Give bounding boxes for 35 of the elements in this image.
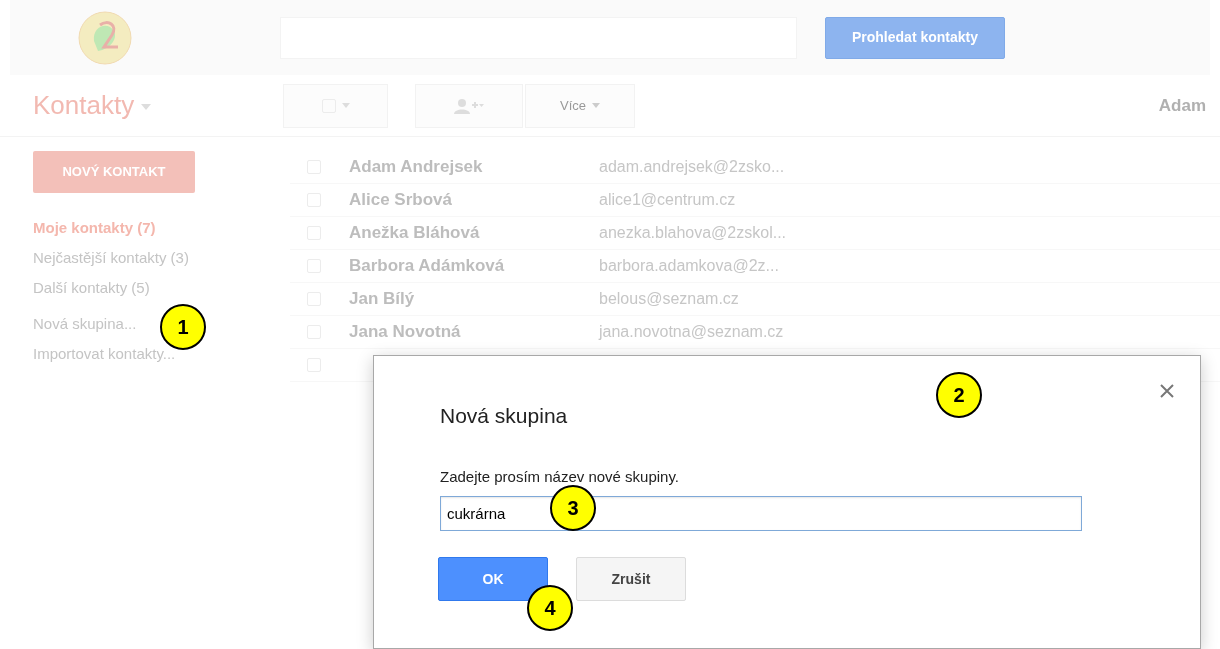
contact-email: belous@seznam.cz bbox=[599, 289, 739, 309]
contact-group-link[interactable]: Další kontakty (5) bbox=[33, 279, 150, 296]
contact-name[interactable]: Jan Bílý bbox=[349, 289, 415, 309]
more-label: Více bbox=[560, 96, 586, 115]
add-person-icon bbox=[454, 97, 484, 114]
contact-email: anezka.blahova@2zskol... bbox=[599, 223, 786, 243]
new-contact-button[interactable]: NOVÝ KONTAKT bbox=[33, 151, 195, 193]
contact-email: barbora.adamkova@2z... bbox=[599, 256, 779, 276]
dialog-title: Nová skupina bbox=[440, 403, 569, 429]
ok-button[interactable]: OK bbox=[438, 557, 548, 601]
contact-name[interactable]: Jana Novotná bbox=[349, 322, 461, 342]
app-title[interactable]: Kontakty bbox=[33, 90, 135, 120]
contact-name[interactable]: Barbora Adámková bbox=[349, 256, 505, 276]
search-button[interactable]: Prohledat kontakty bbox=[825, 16, 1005, 59]
contact-email: adam.andrejsek@2zsko... bbox=[599, 157, 785, 177]
callout-marker: 1 bbox=[160, 304, 206, 350]
close-icon[interactable] bbox=[1160, 384, 1174, 398]
cancel-button[interactable]: Zrušit bbox=[576, 557, 686, 601]
logo-icon bbox=[78, 10, 132, 65]
dialog-prompt: Zadejte prosím název nové skupiny. bbox=[440, 466, 680, 487]
select-dropdown[interactable] bbox=[283, 83, 388, 128]
sidebar-action-link[interactable]: Nová skupina... bbox=[33, 315, 137, 332]
caret-icon bbox=[592, 103, 600, 108]
contact-name[interactable]: Adam Andrejsek bbox=[349, 157, 483, 177]
contact-email: jana.novotna@seznam.cz bbox=[599, 322, 784, 342]
add-person-button[interactable] bbox=[415, 83, 523, 128]
contact-group-link[interactable]: Nejčastější kontakty (3) bbox=[33, 249, 189, 266]
contact-name[interactable]: Anežka Bláhová bbox=[349, 223, 480, 243]
contact-name[interactable]: Alice Srbová bbox=[349, 190, 452, 210]
user-name: Adam bbox=[1158, 94, 1206, 117]
caret-icon bbox=[141, 104, 152, 111]
caret-icon bbox=[341, 103, 350, 108]
contact-group-link[interactable]: Moje kontakty (7) bbox=[33, 219, 156, 236]
contact-email: alice1@centrum.cz bbox=[599, 190, 736, 210]
more-dropdown[interactable]: Více bbox=[525, 83, 635, 128]
